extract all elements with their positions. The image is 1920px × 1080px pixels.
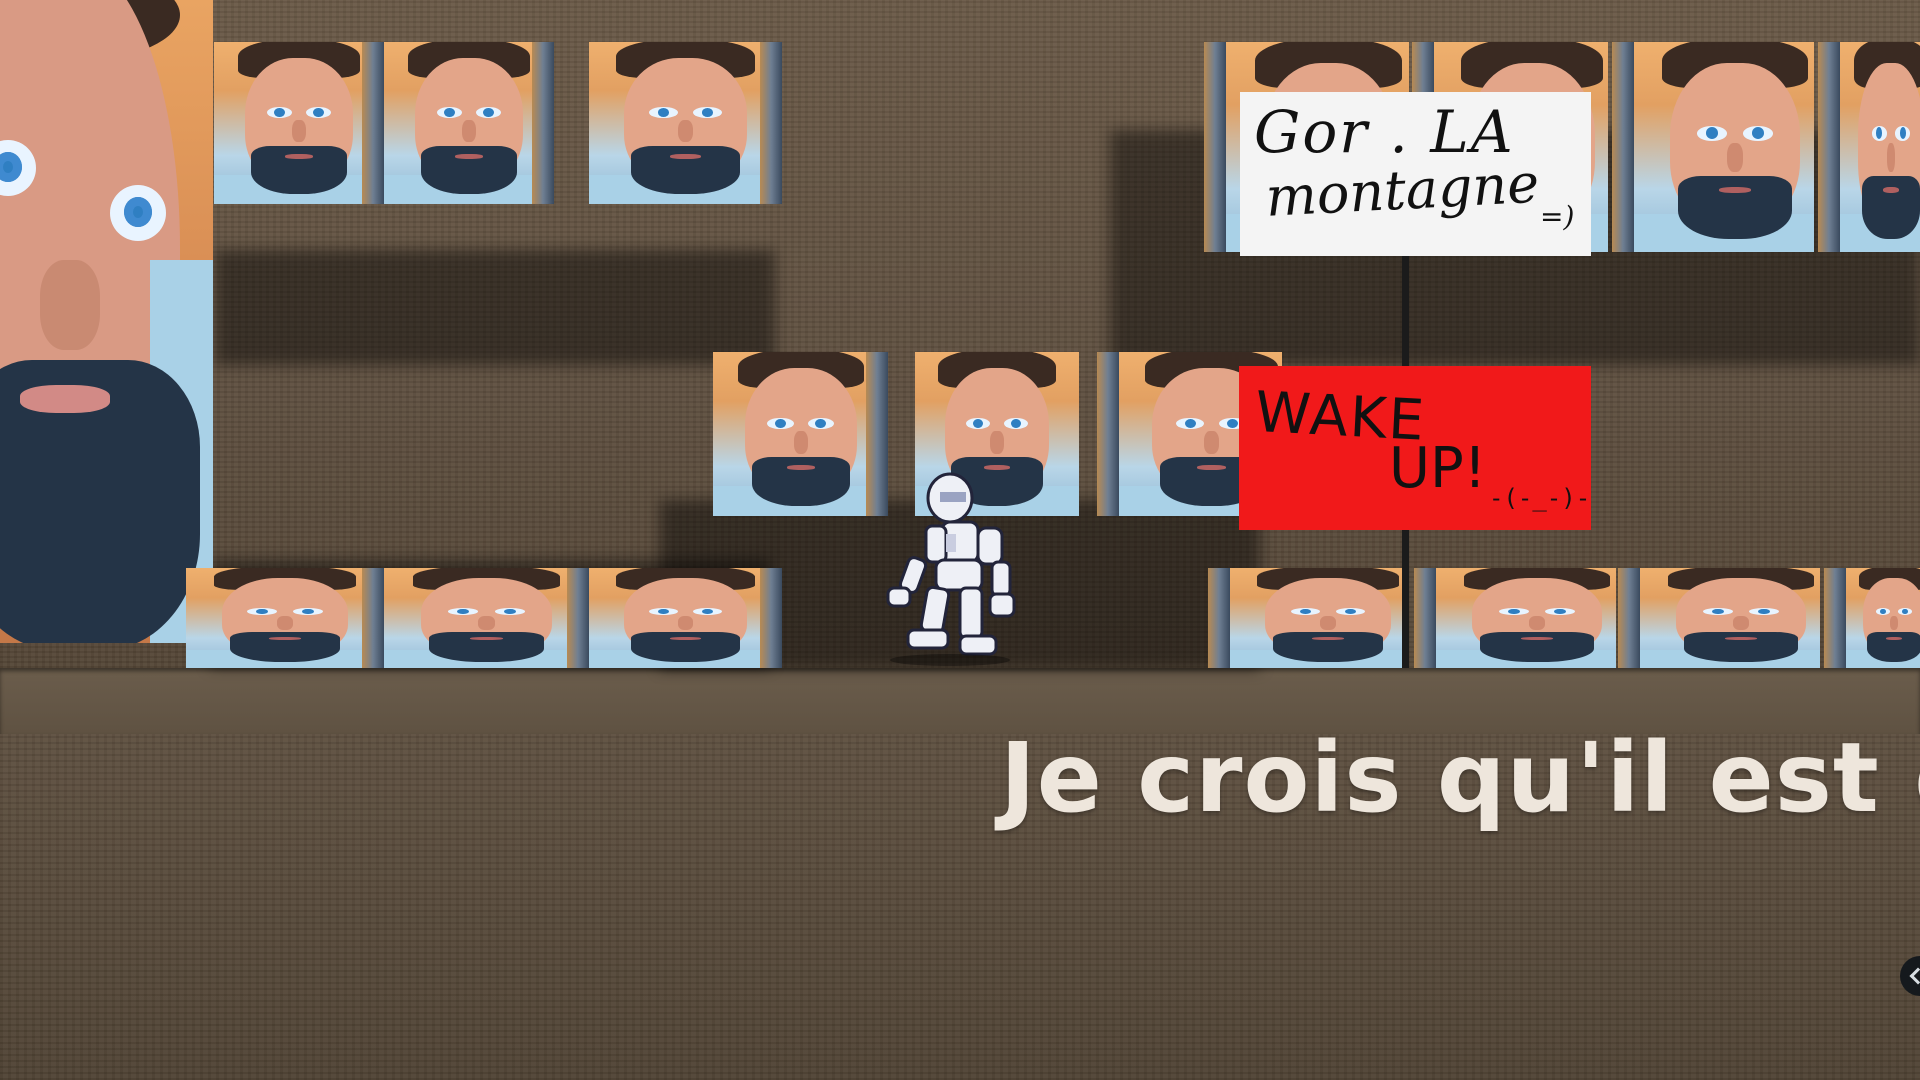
face-cube xyxy=(1612,42,1814,252)
face-cube xyxy=(1414,568,1616,668)
face-cube xyxy=(589,42,782,204)
face-cube xyxy=(713,352,888,516)
face-cube xyxy=(384,42,554,204)
shadow xyxy=(215,250,775,365)
sign-text-line2: UP! xyxy=(1389,436,1487,501)
face-cube xyxy=(1818,42,1920,252)
face-cube xyxy=(214,42,384,204)
face-cube xyxy=(1208,568,1404,668)
sign-gor-la-montagne: Gor . LA montagne =) xyxy=(1240,92,1591,256)
face-poster-large xyxy=(0,0,213,643)
sign-text-line2: montagne xyxy=(1264,151,1541,229)
sign-emote: =) xyxy=(1540,200,1575,233)
face-cube xyxy=(1618,568,1820,668)
sign-wake-up: WAKE UP! -(-_-)- xyxy=(1239,366,1591,530)
dialogue-subtitle: Je crois qu'il est de xyxy=(1000,722,1920,834)
face-cube xyxy=(1824,568,1920,668)
sign-emote: -(-_-)- xyxy=(1489,484,1591,512)
player-robot-icon xyxy=(886,472,1016,666)
face-cube xyxy=(589,568,782,668)
face-cube xyxy=(384,568,589,668)
game-scene: Gor . LA montagne =) WAKE UP! -(-_-)- Je… xyxy=(0,0,1920,1080)
face-cube xyxy=(186,568,384,668)
